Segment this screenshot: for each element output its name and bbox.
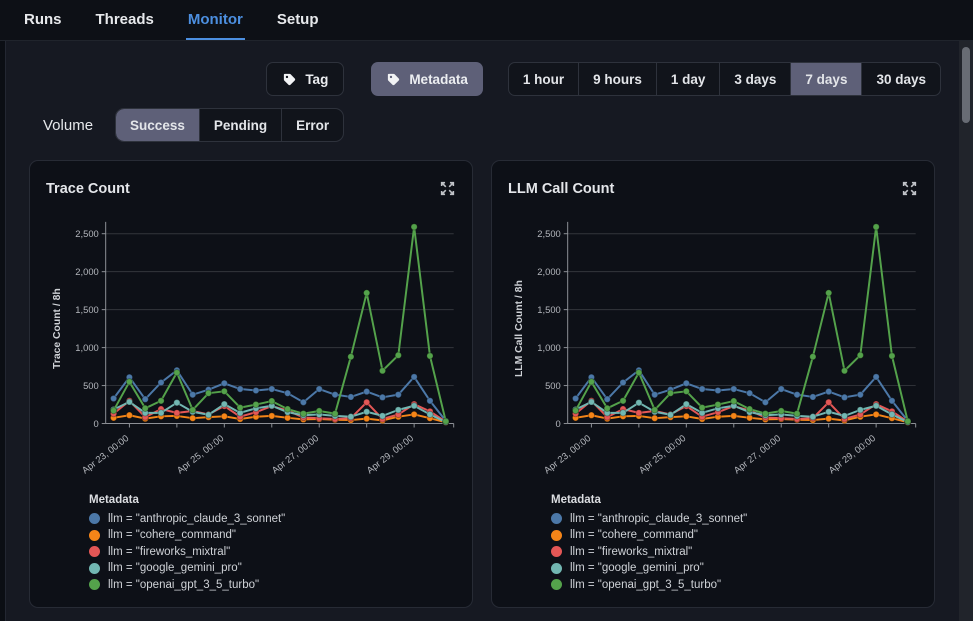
tag-button-label: Tag [305, 72, 328, 87]
svg-text:Apr 29, 00:00: Apr 29, 00:00 [826, 432, 877, 475]
legend-label: llm = "anthropic_claude_3_sonnet" [570, 513, 747, 525]
nav-tab-monitor[interactable]: Monitor [186, 0, 245, 40]
volume-label: Volume [43, 117, 93, 134]
legend-label: llm = "fireworks_mixtral" [108, 546, 230, 558]
trace-count-chart: 0 500 1,000 1,500 2,000 2,500 Apr 23, 00:00 Apr… [46, 209, 458, 486]
legend-label: llm = "fireworks_mixtral" [570, 546, 692, 558]
legend-item: llm = "google_gemini_pro" [551, 560, 918, 577]
legend-item: llm = "anthropic_claude_3_sonnet" [551, 511, 918, 528]
legend-item: llm = "cohere_command" [89, 527, 456, 544]
legend-swatch [89, 530, 100, 541]
status-tab-error[interactable]: Error [281, 109, 343, 141]
card-header: Trace Count [46, 175, 456, 203]
legend-label: llm = "google_gemini_pro" [108, 562, 242, 574]
llm-call-count-chart: 0 500 1,000 1,500 2,000 2,500 Apr 23, 00:00 Apr… [508, 209, 920, 486]
legend-item: llm = "fireworks_mixtral" [89, 544, 456, 561]
time-range-7-days[interactable]: 7 days [790, 63, 861, 95]
legend-label: llm = "cohere_command" [108, 529, 236, 541]
nav-tab-threads[interactable]: Threads [94, 0, 156, 40]
expand-icon[interactable] [439, 180, 456, 197]
legend-item: llm = "anthropic_claude_3_sonnet" [89, 511, 456, 528]
nav-tab-runs[interactable]: Runs [22, 0, 64, 40]
tag-icon [282, 72, 297, 87]
monitor-panel: Tag Metadata 1 hour 9 hours 1 day 3 days… [5, 41, 973, 621]
svg-text:Apr 27, 00:00: Apr 27, 00:00 [731, 432, 782, 475]
legend-label: llm = "google_gemini_pro" [570, 562, 704, 574]
chart-title: Trace Count [46, 181, 130, 197]
scrollbar-track[interactable] [959, 41, 973, 621]
scrollbar-thumb[interactable] [962, 47, 970, 123]
top-nav: Runs Threads Monitor Setup [0, 0, 973, 41]
svg-text:2,500: 2,500 [75, 228, 98, 239]
chart-title: LLM Call Count [508, 181, 614, 197]
tag-filter-button[interactable]: Tag [266, 62, 344, 96]
legend-swatch [551, 513, 562, 524]
svg-text:Trace Count / 8h: Trace Count / 8h [52, 288, 63, 369]
legend-swatch [89, 513, 100, 524]
legend-swatch [89, 563, 100, 574]
legend-items: llm = "anthropic_claude_3_sonnet"llm = "… [89, 511, 456, 594]
status-tab-pending[interactable]: Pending [199, 109, 281, 141]
time-range-30-days[interactable]: 30 days [861, 63, 940, 95]
svg-text:2,500: 2,500 [537, 228, 560, 239]
status-tab-group: Success Pending Error [115, 108, 344, 142]
legend-swatch [551, 546, 562, 557]
legend-label: llm = "openai_gpt_3_5_turbo" [570, 579, 721, 591]
legend-item: llm = "fireworks_mixtral" [551, 544, 918, 561]
metadata-button-label: Metadata [409, 72, 468, 87]
time-range-group: 1 hour 9 hours 1 day 3 days 7 days 30 da… [508, 62, 941, 96]
charts-row: Trace Count 0 500 1,000 1,500 2,000 2,500 Apr … [29, 160, 935, 608]
svg-text:2,000: 2,000 [75, 266, 98, 277]
legend-item: llm = "openai_gpt_3_5_turbo" [89, 577, 456, 594]
legend-items: llm = "anthropic_claude_3_sonnet"llm = "… [551, 511, 918, 594]
svg-text:LLM Call Count / 8h: LLM Call Count / 8h [514, 280, 525, 377]
svg-text:500: 500 [545, 380, 561, 391]
svg-text:500: 500 [83, 380, 99, 391]
time-range-1-hour[interactable]: 1 hour [509, 63, 578, 95]
legend-item: llm = "cohere_command" [551, 527, 918, 544]
svg-text:1,000: 1,000 [75, 342, 98, 353]
tag-icon [386, 72, 401, 87]
svg-text:Apr 25, 00:00: Apr 25, 00:00 [174, 432, 225, 475]
svg-text:0: 0 [556, 418, 561, 429]
legend-item: llm = "openai_gpt_3_5_turbo" [551, 577, 918, 594]
volume-row: Volume Success Pending Error [43, 108, 344, 142]
time-range-3-days[interactable]: 3 days [719, 63, 790, 95]
legend-swatch [551, 563, 562, 574]
nav-tab-setup[interactable]: Setup [275, 0, 321, 40]
llm-call-count-card: LLM Call Count 0 500 1,000 1,500 2,000 2,500 A… [491, 160, 935, 608]
chart-legend: Metadata llm = "anthropic_claude_3_sonne… [551, 494, 918, 594]
svg-text:1,500: 1,500 [537, 304, 560, 315]
svg-text:Apr 29, 00:00: Apr 29, 00:00 [364, 432, 415, 475]
status-tab-success[interactable]: Success [116, 109, 199, 141]
svg-text:1,000: 1,000 [537, 342, 560, 353]
svg-text:Apr 23, 00:00: Apr 23, 00:00 [80, 432, 131, 475]
svg-text:Apr 23, 00:00: Apr 23, 00:00 [542, 432, 593, 475]
svg-text:2,000: 2,000 [537, 266, 560, 277]
legend-label: llm = "cohere_command" [570, 529, 698, 541]
metadata-filter-button[interactable]: Metadata [371, 62, 483, 96]
legend-item: llm = "google_gemini_pro" [89, 560, 456, 577]
svg-text:Apr 25, 00:00: Apr 25, 00:00 [636, 432, 687, 475]
svg-text:Apr 27, 00:00: Apr 27, 00:00 [269, 432, 320, 475]
time-range-1-day[interactable]: 1 day [656, 63, 720, 95]
trace-count-card: Trace Count 0 500 1,000 1,500 2,000 2,500 Apr … [29, 160, 473, 608]
svg-text:1,500: 1,500 [75, 304, 98, 315]
svg-text:0: 0 [94, 418, 99, 429]
legend-swatch [551, 579, 562, 590]
expand-icon[interactable] [901, 180, 918, 197]
legend-swatch [89, 546, 100, 557]
time-range-9-hours[interactable]: 9 hours [578, 63, 656, 95]
legend-label: llm = "openai_gpt_3_5_turbo" [108, 579, 259, 591]
legend-swatch [551, 530, 562, 541]
chart-legend: Metadata llm = "anthropic_claude_3_sonne… [89, 494, 456, 594]
legend-title: Metadata [551, 494, 918, 506]
controls-row: Tag Metadata 1 hour 9 hours 1 day 3 days… [266, 62, 941, 96]
legend-label: llm = "anthropic_claude_3_sonnet" [108, 513, 285, 525]
card-header: LLM Call Count [508, 175, 918, 203]
legend-title: Metadata [89, 494, 456, 506]
legend-swatch [89, 579, 100, 590]
